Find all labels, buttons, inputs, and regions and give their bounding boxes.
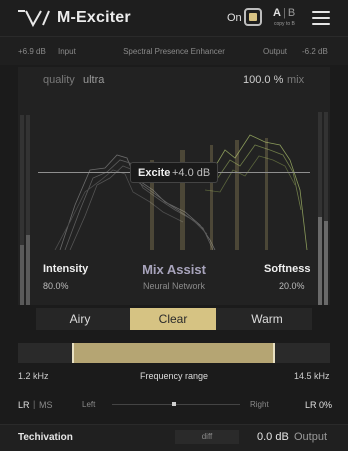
power-label: On [227, 12, 242, 24]
power-toggle-button[interactable] [244, 8, 262, 26]
frequency-low-handle[interactable] [72, 343, 74, 363]
brand-logo[interactable]: Techivation [18, 432, 73, 443]
copy-to-b-button[interactable]: copy to B [274, 21, 295, 27]
frequency-high-handle[interactable] [273, 343, 275, 363]
mode-clear-button[interactable]: Clear [130, 308, 216, 330]
mode-warm-button[interactable]: Warm [224, 308, 310, 330]
output-gain-value-footer[interactable]: 0.0 dB [257, 431, 289, 443]
output-label: Output [263, 47, 288, 56]
pan-right-label: Right [250, 400, 269, 409]
app-title: M-Exciter [57, 9, 131, 26]
ab-separator: | [282, 7, 286, 19]
quality-label: quality [43, 74, 75, 86]
power-indicator-icon [249, 13, 257, 21]
header-bar [0, 0, 348, 37]
hamburger-menu-icon[interactable] [312, 11, 330, 25]
mix-value[interactable]: 100.0 % [243, 74, 283, 86]
stereo-pan-handle[interactable] [172, 402, 176, 406]
stereo-pan-slider[interactable] [112, 404, 240, 405]
pan-left-label: Left [82, 400, 96, 409]
output-gain-value[interactable]: -6.2 dB [302, 47, 328, 56]
stereo-pan-value: LR 0% [305, 400, 333, 410]
ab-compare-toggle[interactable]: A | B [273, 7, 295, 19]
excite-label: Excite [138, 167, 171, 179]
softness-value[interactable]: 20.0% [279, 281, 305, 291]
lr-mode-button[interactable]: LR [18, 400, 30, 410]
frequency-high-value: 14.5 kHz [294, 371, 330, 381]
diff-button[interactable]: diff [175, 430, 239, 444]
stereo-mode-separator: | [33, 399, 36, 409]
plugin-subtitle: Spectral Presence Enhancer [123, 47, 225, 56]
frequency-range-selection[interactable] [72, 343, 274, 363]
output-gain-label: Output [294, 431, 328, 443]
a-label[interactable]: A [273, 7, 281, 19]
b-label[interactable]: B [288, 7, 295, 19]
logo-icon [18, 10, 50, 28]
quality-selector[interactable]: ultra [83, 74, 104, 86]
excite-value[interactable]: +4.0 dB [172, 167, 210, 179]
softness-label: Softness [264, 263, 311, 275]
spectrum-display [54, 134, 308, 250]
mix-label: mix [287, 74, 305, 86]
mode-airy-button[interactable]: Airy [37, 308, 123, 330]
ms-mode-button[interactable]: MS [39, 400, 53, 410]
